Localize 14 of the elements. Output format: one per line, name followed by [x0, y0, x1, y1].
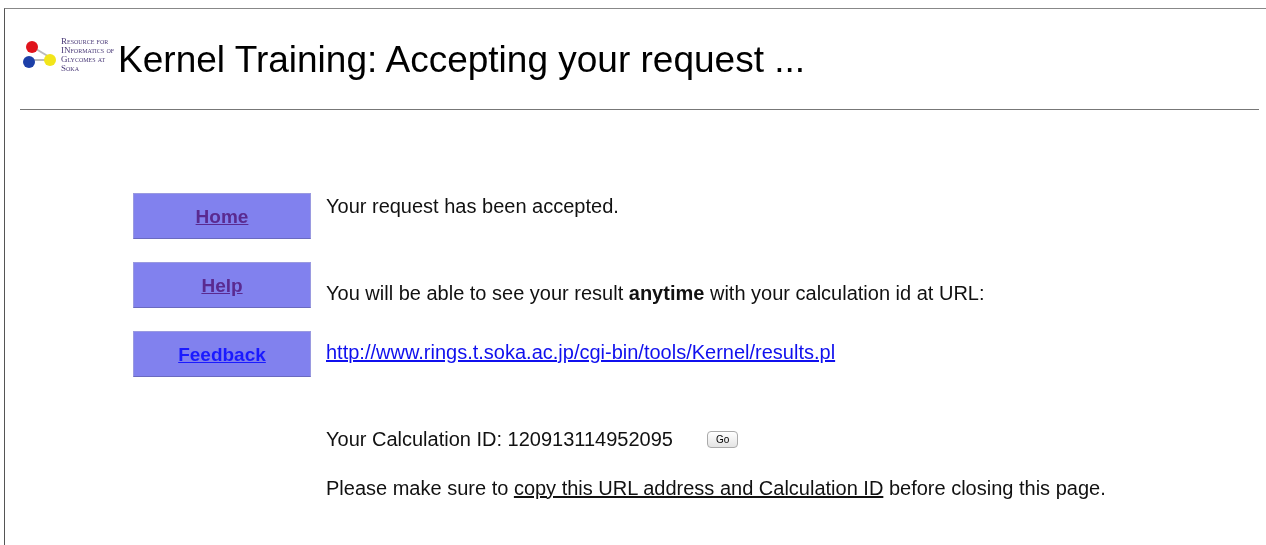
notice-text: Please make sure to copy this URL address and Calculation ID before closing this page. — [326, 477, 1106, 500]
info-text: You will be able to see your result anytime with your calculation id at URL: — [326, 282, 985, 305]
nav-button[interactable]: Feedback — [133, 331, 311, 377]
result-link[interactable]: http://www.rings.t.soka.ac.jp/cgi-bin/tools/Kernel/results.pl — [326, 341, 836, 364]
calculation-id: Your Calculation ID: 120913114952095 — [326, 428, 673, 451]
go-button[interactable]: Go — [706, 431, 739, 448]
nav-button[interactable]: Home — [133, 193, 311, 239]
status-message: Your request has been accepted. — [326, 195, 619, 218]
logo-text: Soka — [61, 64, 80, 73]
logo-text: Glycomes at — [61, 55, 107, 64]
page-title: Kernel Training: Accepting your request ... — [118, 39, 806, 81]
logo-text: INformatics of — [61, 46, 115, 55]
logo-text: Resource for — [61, 37, 110, 46]
nav-button[interactable]: Help — [133, 262, 311, 308]
